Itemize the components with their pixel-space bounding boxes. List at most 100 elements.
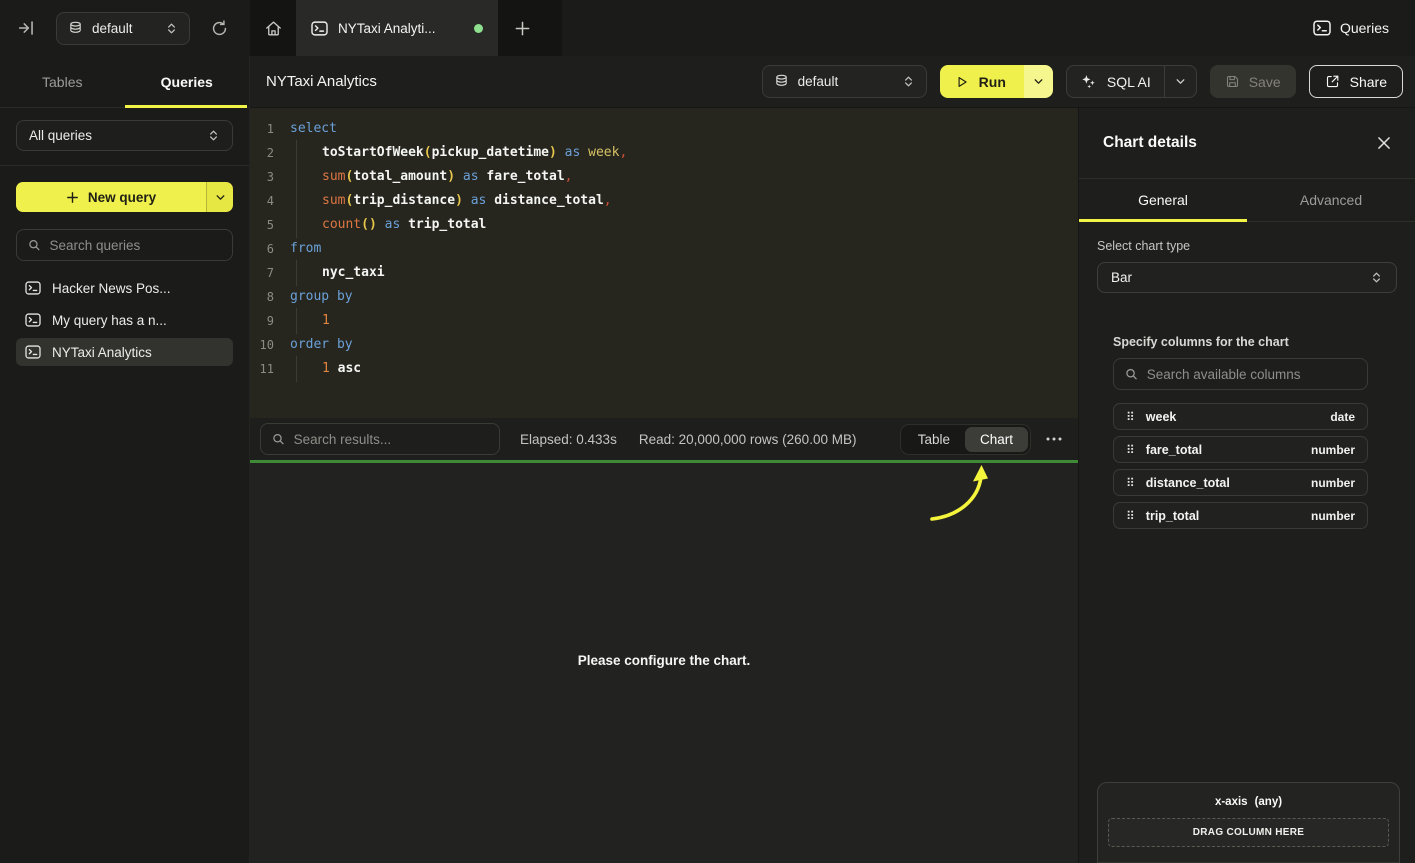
line-number: 8 bbox=[250, 285, 274, 309]
run-button-main[interactable]: Run bbox=[940, 65, 1024, 98]
query-terminal-icon bbox=[25, 345, 41, 359]
query-list-item[interactable]: NYTaxi Analytics bbox=[16, 338, 233, 366]
line-number: 11 bbox=[250, 357, 274, 381]
new-query-button[interactable]: New query bbox=[16, 182, 233, 212]
column-type: date bbox=[1330, 410, 1355, 424]
search-results-box bbox=[260, 423, 500, 455]
query-terminal-icon bbox=[25, 313, 41, 327]
code-line: 5count() as trip_total bbox=[250, 213, 1078, 237]
panel-tab-general[interactable]: General bbox=[1079, 179, 1247, 221]
search-icon bbox=[1125, 367, 1138, 381]
column-chip[interactable]: ⠿distance_totalnumber bbox=[1113, 469, 1368, 496]
new-query-label: New query bbox=[88, 190, 156, 205]
editor-toolbar: NYTaxi Analytics default Run SQL AI bbox=[250, 56, 1415, 108]
topbar-queries-button[interactable]: Queries bbox=[1313, 0, 1389, 56]
chevron-updown-icon bbox=[165, 22, 178, 35]
save-label: Save bbox=[1249, 74, 1281, 90]
search-queries-box bbox=[16, 229, 233, 261]
editor-database-selector[interactable]: default bbox=[762, 65, 927, 98]
chevron-updown-icon bbox=[1370, 271, 1383, 284]
sidebar-body: All queries New query Hacker News Pos...… bbox=[0, 108, 249, 366]
queries-filter-select[interactable]: All queries bbox=[16, 120, 233, 151]
panel-body: Select chart type Bar Specify columns fo… bbox=[1079, 222, 1415, 863]
topbar-left-group: default bbox=[14, 0, 232, 56]
search-queries-input[interactable] bbox=[49, 238, 221, 253]
toolbar-actions: default Run SQL AI bbox=[762, 65, 1403, 98]
sidebar-divider bbox=[0, 165, 249, 166]
chevron-down-icon bbox=[1175, 76, 1186, 87]
annotation-arrow bbox=[926, 463, 996, 525]
run-options-dropdown[interactable] bbox=[1024, 65, 1053, 98]
chart-area: Please configure the chart. bbox=[250, 463, 1078, 863]
close-panel-button[interactable] bbox=[1377, 136, 1391, 150]
x-axis-constraint: (any) bbox=[1255, 796, 1282, 808]
code-line: 7nyc_taxi bbox=[250, 261, 1078, 285]
column-list: ⠿weekdate⠿fare_totalnumber⠿distance_tota… bbox=[1113, 403, 1368, 529]
more-options-button[interactable] bbox=[1046, 437, 1062, 441]
sidebar-tab-queries[interactable]: Queries bbox=[125, 56, 250, 107]
axis-drop-container: x-axis(any) DRAG COLUMN HERE y-axis(numb… bbox=[1097, 782, 1400, 863]
sidebar-tabs: Tables Queries bbox=[0, 56, 249, 108]
view-tab-table[interactable]: Table bbox=[903, 427, 965, 452]
panel-tab-advanced[interactable]: Advanced bbox=[1247, 179, 1415, 221]
tab-title: NYTaxi Analyti... bbox=[338, 21, 436, 36]
search-icon bbox=[272, 432, 285, 446]
column-name: week bbox=[1146, 410, 1177, 424]
line-number: 1 bbox=[250, 117, 274, 141]
sql-ai-button[interactable]: SQL AI bbox=[1066, 65, 1197, 98]
save-icon bbox=[1225, 74, 1240, 89]
code-line: 4sum(trip_distance) as distance_total, bbox=[250, 189, 1078, 213]
save-button[interactable]: Save bbox=[1210, 65, 1296, 98]
topbar: default NYTaxi Analyti... Queries bbox=[0, 0, 1415, 56]
column-chip[interactable]: ⠿ fare_total number bbox=[1113, 436, 1368, 463]
column-chip[interactable]: ⠿ week date bbox=[1113, 403, 1368, 430]
sql-ai-dropdown[interactable] bbox=[1164, 66, 1196, 97]
drag-handle-icon[interactable]: ⠿ bbox=[1126, 509, 1135, 523]
new-tab-button[interactable] bbox=[498, 0, 546, 56]
drag-handle-icon[interactable]: ⠿ bbox=[1126, 410, 1135, 424]
home-icon bbox=[264, 19, 283, 38]
share-label: Share bbox=[1350, 74, 1387, 90]
view-tab-chart[interactable]: Chart bbox=[965, 427, 1028, 452]
sql-ai-main[interactable]: SQL AI bbox=[1067, 73, 1164, 90]
tab-nytaxi-analytics[interactable]: NYTaxi Analyti... bbox=[296, 0, 498, 56]
sql-editor[interactable]: 1select2toStartOfWeek(pickup_datetime) a… bbox=[250, 108, 1078, 418]
sidebar-tab-tables[interactable]: Tables bbox=[0, 56, 125, 107]
search-columns-input[interactable] bbox=[1147, 367, 1356, 382]
chevron-updown-icon bbox=[902, 75, 915, 88]
column-name: fare_total bbox=[1146, 443, 1202, 457]
panel-title: Chart details bbox=[1103, 134, 1197, 152]
search-results-input[interactable] bbox=[294, 432, 488, 447]
run-button[interactable]: Run bbox=[940, 65, 1053, 98]
new-query-dropdown[interactable] bbox=[206, 182, 233, 212]
column-chip[interactable]: ⠿ trip_total number bbox=[1113, 502, 1368, 529]
column-type: number bbox=[1311, 443, 1355, 457]
chevron-down-icon bbox=[1033, 76, 1044, 87]
search-columns-box bbox=[1113, 358, 1368, 390]
x-axis-drop-zone[interactable]: DRAG COLUMN HERE bbox=[1108, 818, 1389, 847]
chart-details-panel: Chart details General Advanced Select ch… bbox=[1078, 108, 1415, 863]
line-number: 6 bbox=[250, 237, 274, 261]
x-axis-section: x-axis(any) DRAG COLUMN HERE bbox=[1098, 783, 1399, 862]
column-type: number bbox=[1311, 509, 1355, 523]
drag-handle-icon[interactable]: ⠿ bbox=[1126, 476, 1135, 490]
home-tab[interactable] bbox=[250, 0, 296, 56]
collapse-sidebar-button[interactable] bbox=[14, 15, 40, 41]
chart-type-select[interactable]: Bar bbox=[1097, 262, 1397, 293]
topbar-database-selector[interactable]: default bbox=[56, 12, 190, 45]
refresh-button[interactable] bbox=[206, 15, 232, 41]
sql-console-app: default NYTaxi Analyti... Queries bbox=[0, 0, 1415, 863]
query-terminal-icon bbox=[25, 281, 41, 295]
share-button[interactable]: Share bbox=[1309, 65, 1403, 98]
query-list-item[interactable]: Hacker News Pos... bbox=[16, 274, 233, 302]
plus-icon bbox=[66, 191, 79, 204]
panel-tabs: General Advanced bbox=[1079, 179, 1415, 222]
new-query-main[interactable]: New query bbox=[16, 182, 206, 212]
editor-database-value: default bbox=[798, 74, 839, 89]
query-list-item[interactable]: My query has a n... bbox=[16, 306, 233, 334]
code-line: 111 asc bbox=[250, 357, 1078, 381]
drag-handle-icon[interactable]: ⠿ bbox=[1126, 443, 1135, 457]
x-axis-label-row: x-axis(any) bbox=[1108, 796, 1389, 808]
column-name: trip_total bbox=[1146, 509, 1199, 523]
refresh-icon bbox=[210, 19, 229, 38]
